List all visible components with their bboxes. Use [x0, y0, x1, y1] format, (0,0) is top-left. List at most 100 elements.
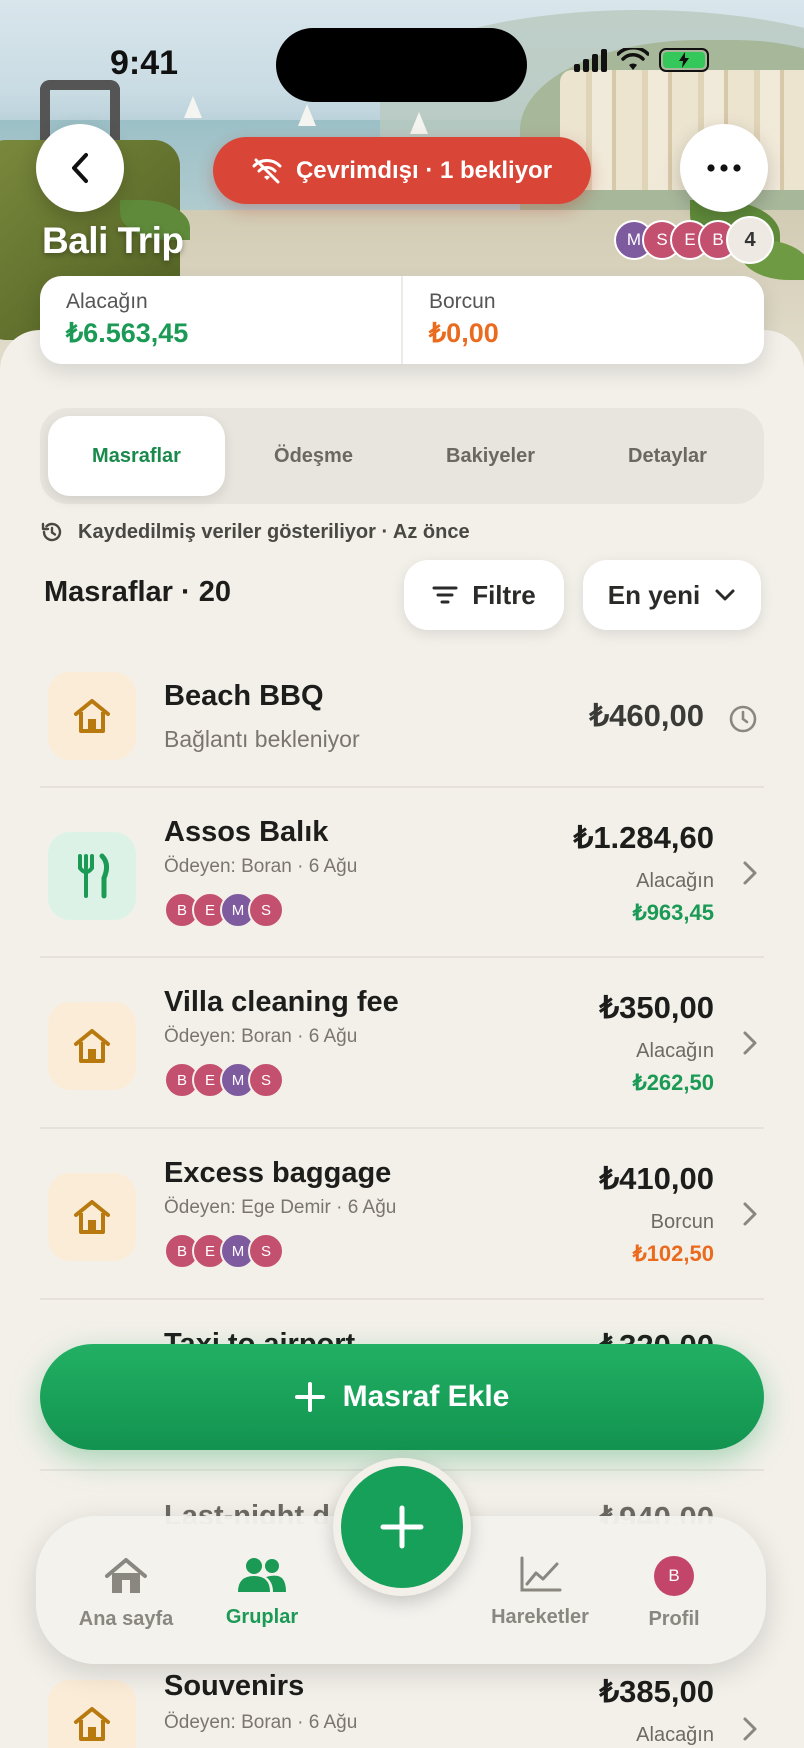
filter-button[interactable]: Filtre [404, 560, 564, 630]
tab-activity-label: Hareketler [491, 1606, 589, 1628]
expense-payer: Ödeyen: Ege Demir · 6 Ağu [164, 1197, 397, 1218]
offline-banner[interactable]: Çevrimdışı · 1 bekliyor [213, 137, 591, 204]
expense-amount: ₺1.284,60 [573, 820, 714, 855]
tab-activity[interactable]: Hareketler [470, 1556, 610, 1629]
row-divider [40, 786, 764, 788]
tab-balances[interactable]: Bakiyeler [402, 416, 579, 496]
expense-status: Bağlantı bekleniyor [164, 726, 360, 752]
share-value: ₺963,45 [632, 900, 714, 925]
tab-groups[interactable]: Gruplar [192, 1556, 332, 1629]
expense-title: Excess baggage [164, 1157, 392, 1189]
chevron-left-icon [72, 153, 88, 183]
home-icon [105, 1558, 147, 1593]
cached-data-notice: Kaydedilmiş veriler gösteriliyor · Az ön… [40, 520, 470, 544]
row-divider [40, 956, 764, 958]
participant-avatars: B E M S [164, 1233, 284, 1269]
tab-home-label: Ana sayfa [78, 1608, 174, 1630]
chevron-right-icon [743, 861, 757, 885]
segmented-tabs: Masraflar Ödeşme Bakiyeler Detaylar [40, 408, 764, 504]
wifi-icon [617, 48, 649, 70]
expense-payer: Ödeyen: Boran · 6 Ağu [164, 1712, 358, 1733]
add-expense-label: Masraf Ekle [342, 1380, 510, 1413]
member-avatar-stack[interactable]: M S E B 4 [614, 216, 774, 264]
chevron-right-icon [743, 1031, 757, 1055]
owed-value: ₺6.563,45 [66, 318, 189, 348]
expense-row[interactable]: Souvenirs Ödeyen: Boran · 6 Ağu ₺385,00 … [40, 1662, 764, 1748]
chevron-right-icon [743, 1202, 757, 1226]
participant-avatars: B E M S [164, 892, 284, 928]
share-label: Borcun [650, 1211, 714, 1233]
dynamic-island [276, 28, 527, 102]
participant-avatar: S [248, 1233, 284, 1269]
expense-amount: ₺385,00 [599, 1674, 714, 1709]
trend-chart-icon [520, 1556, 562, 1592]
profile-avatar: B [654, 1556, 694, 1596]
wifi-off-icon [252, 158, 282, 183]
expense-title: Assos Balık [164, 816, 329, 848]
plus-icon [294, 1382, 325, 1412]
tab-home[interactable]: Ana sayfa [56, 1556, 196, 1631]
back-button[interactable] [36, 124, 124, 212]
offline-banner-label: Çevrimdışı · 1 bekliyor [295, 156, 553, 184]
row-divider [40, 1127, 764, 1129]
owed-label: Alacağın [66, 290, 148, 313]
expense-title: Villa cleaning fee [164, 986, 399, 1018]
home-icon [48, 1002, 136, 1090]
owe-label: Borcun [429, 290, 496, 313]
expense-amount: ₺350,00 [599, 990, 714, 1025]
share-label: Alacağın [636, 870, 714, 892]
you-owe-section: Borcun ₺0,00 [401, 276, 764, 364]
filter-label: Filtre [472, 579, 536, 610]
tab-settle-up[interactable]: Ödeşme [225, 416, 402, 496]
row-divider [40, 1298, 764, 1300]
history-icon [41, 522, 62, 542]
clock-pending-icon [729, 705, 757, 733]
status-bar: 9:41 [0, 0, 804, 120]
status-time: 9:41 [110, 44, 179, 82]
expense-title: Beach BBQ [164, 680, 324, 712]
expense-row[interactable]: Beach BBQ Bağlantı bekleniyor ₺460,00 [40, 670, 764, 780]
filter-lines-icon [432, 586, 458, 604]
sort-dropdown[interactable]: En yeni [583, 560, 761, 630]
expense-title: Souvenirs [164, 1670, 305, 1702]
add-expense-button[interactable]: Masraf Ekle [40, 1344, 764, 1450]
tab-details[interactable]: Detaylar [579, 416, 756, 496]
system-icons [574, 48, 709, 72]
home-icon [48, 1173, 136, 1261]
balance-summary-card: Alacağın ₺6.563,45 Borcun ₺0,00 [40, 276, 764, 364]
tab-expenses[interactable]: Masraflar [48, 416, 225, 496]
expense-row[interactable]: Excess baggage Ödeyen: Ege Demir · 6 Ağu… [40, 1149, 764, 1299]
participant-avatar: S [248, 892, 284, 928]
chevron-right-icon [743, 1717, 757, 1741]
sort-label: En yeni [607, 579, 701, 610]
cellular-signal-icon [574, 48, 607, 72]
expenses-heading: Masraflar · 20 [44, 576, 231, 608]
expense-row[interactable]: Villa cleaning fee Ödeyen: Boran · 6 Ağu… [40, 978, 764, 1128]
plus-icon [380, 1505, 424, 1549]
home-icon [48, 1680, 136, 1748]
cached-notice-text: Kaydedilmiş veriler gösteriliyor · Az ön… [78, 520, 470, 543]
share-label: Alacağın [636, 1040, 714, 1062]
expense-row[interactable]: Assos Balık Ödeyen: Boran · 6 Ağu B E M … [40, 808, 764, 958]
people-icon [238, 1558, 286, 1592]
tab-profile[interactable]: B Profil [604, 1556, 744, 1631]
tab-groups-label: Gruplar [225, 1606, 299, 1628]
chevron-down-icon [715, 589, 735, 601]
more-options-button[interactable] [680, 124, 768, 212]
share-label: Alacağın [636, 1724, 714, 1746]
share-value: ₺262,50 [632, 1070, 714, 1095]
owed-to-you-section: Alacağın ₺6.563,45 [40, 276, 401, 364]
share-value: ₺102,50 [632, 1241, 714, 1266]
expense-payer: Ödeyen: Boran · 6 Ağu [164, 1026, 358, 1047]
home-icon [48, 672, 136, 760]
expense-payer: Ödeyen: Boran · 6 Ağu [164, 856, 358, 877]
member-count-badge: 4 [726, 216, 774, 264]
ellipsis-icon [707, 164, 741, 172]
participant-avatar: S [248, 1062, 284, 1098]
group-title: Bali Trip [42, 220, 184, 261]
expense-amount: ₺460,00 [589, 698, 704, 733]
tab-profile-label: Profil [648, 1608, 700, 1630]
battery-charging-icon [659, 48, 709, 72]
expense-amount: ₺410,00 [599, 1161, 714, 1196]
floating-add-button[interactable] [333, 1458, 471, 1596]
